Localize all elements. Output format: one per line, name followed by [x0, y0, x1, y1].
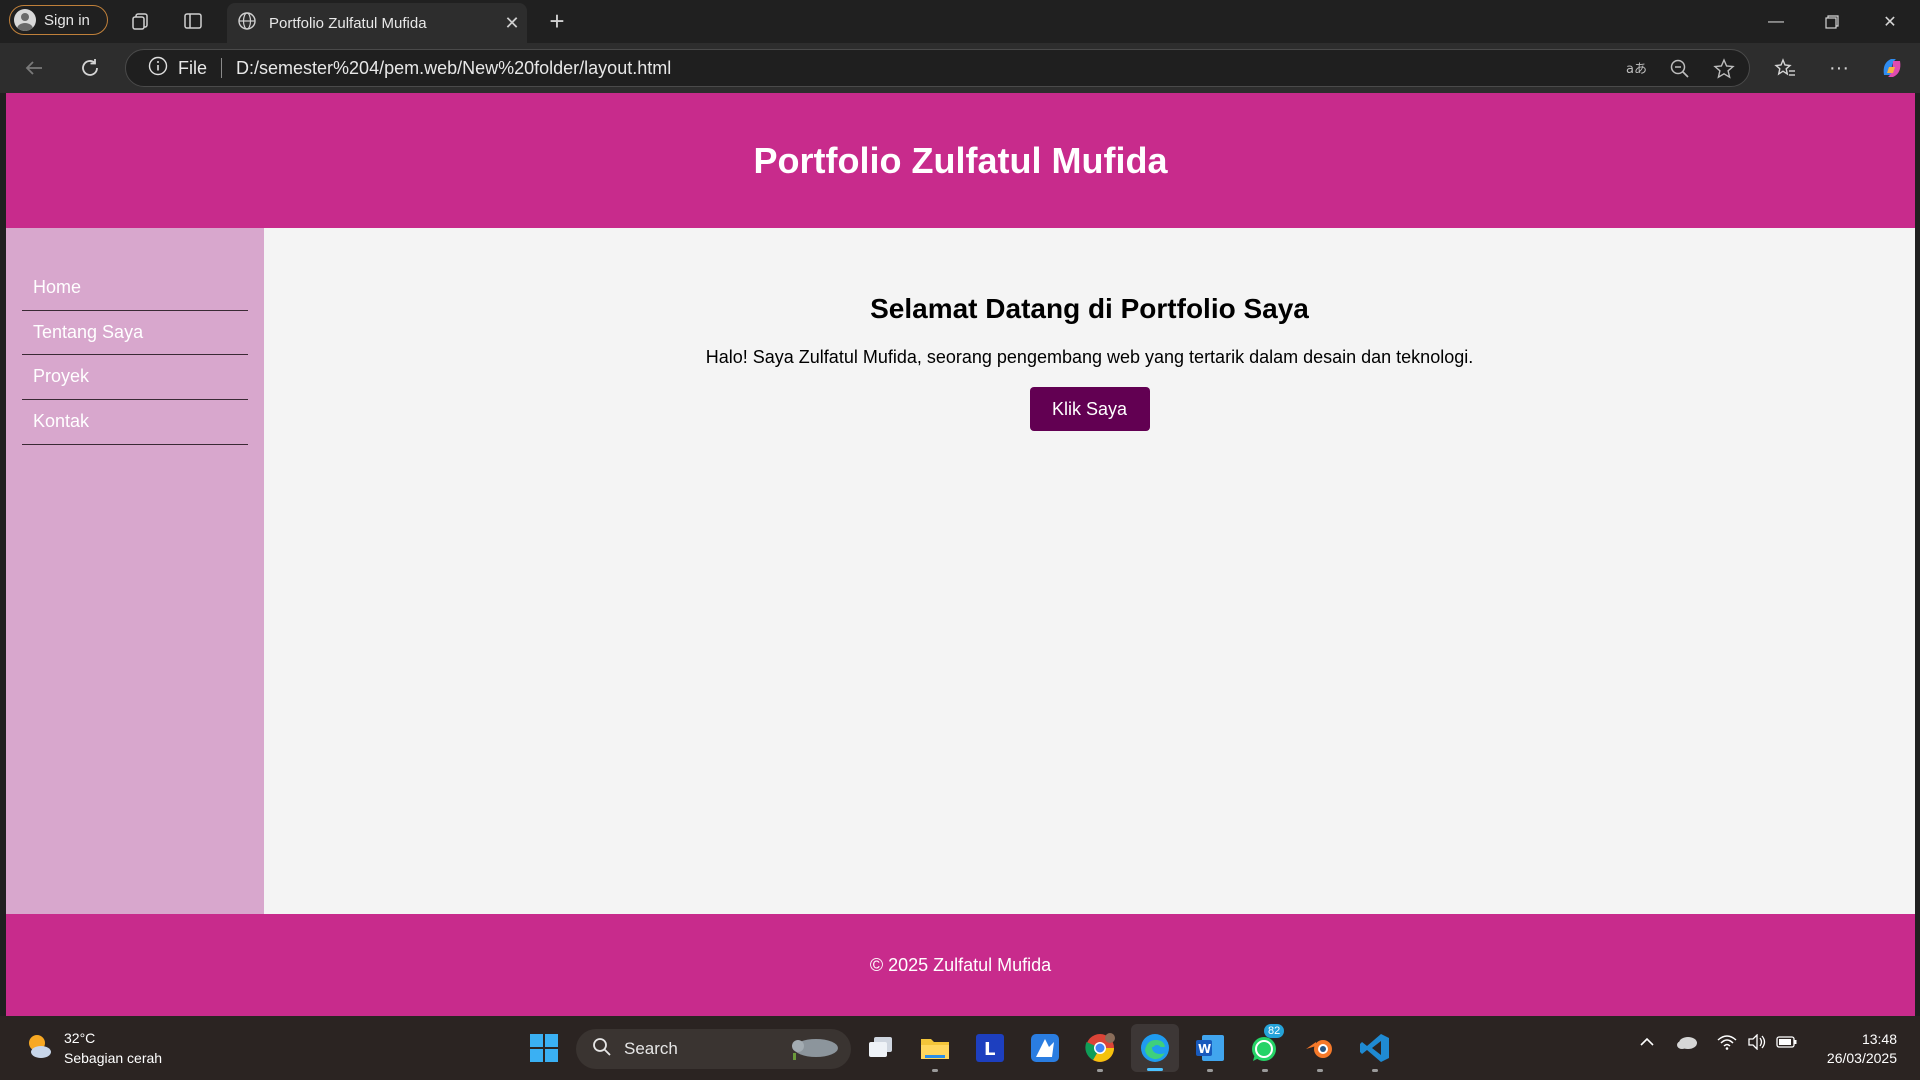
sign-in-label: Sign in [44, 11, 90, 29]
svg-text:aあ: aあ [1626, 62, 1647, 77]
read-aloud-icon[interactable]: aあ [1625, 58, 1647, 85]
clock-time: 13:48 [1861, 1031, 1897, 1047]
running-indicator [1207, 1069, 1213, 1072]
zoom-out-icon[interactable] [1669, 58, 1691, 85]
site-title: Portfolio Zulfatul Mufida [753, 139, 1168, 181]
klik-saya-button[interactable]: Klik Saya [1029, 387, 1150, 431]
blender-icon[interactable] [1302, 1030, 1338, 1072]
back-icon[interactable] [20, 54, 48, 82]
nav-item-tentang-saya[interactable]: Tentang Saya [22, 311, 248, 355]
chrome-icon[interactable] [1082, 1030, 1118, 1072]
collections-icon[interactable] [129, 9, 153, 33]
running-indicator [1097, 1069, 1103, 1072]
site-header: Portfolio Zulfatul Mufida [6, 93, 1915, 228]
file-explorer-icon[interactable] [917, 1030, 953, 1072]
task-view-icon[interactable] [863, 1030, 899, 1066]
active-indicator [1147, 1068, 1163, 1071]
running-indicator [1262, 1069, 1268, 1072]
address-scheme-label: File [178, 57, 208, 78]
browser-tab-strip: Sign in Portfolio Zulfatul Mufida ✕ + — … [0, 0, 1920, 43]
nav-item-home[interactable]: Home [22, 266, 248, 311]
address-bar[interactable]: File D:/semester%204/pem.web/New%20folde… [125, 49, 1750, 87]
svg-text:W: W [1198, 1042, 1211, 1056]
volume-icon[interactable] [1747, 1033, 1767, 1055]
show-hidden-icons-chevron-icon[interactable] [1639, 1034, 1655, 1055]
minimize-icon[interactable]: — [1748, 0, 1804, 43]
main-content: Selamat Datang di Portfolio Saya Halo! S… [264, 228, 1915, 914]
footer-copyright: © 2025 Zulfatul Mufida [869, 954, 1052, 975]
restore-icon[interactable] [1804, 0, 1860, 43]
word-icon[interactable]: W [1192, 1030, 1228, 1072]
onedrive-cloud-icon[interactable] [1676, 1034, 1698, 1055]
running-indicator [1372, 1069, 1378, 1072]
vscode-icon[interactable] [1357, 1030, 1393, 1072]
profile-icon [14, 9, 36, 31]
search-icon [592, 1037, 612, 1062]
sidebar-nav: Home Tentang Saya Proyek Kontak [6, 228, 264, 914]
tab-portfolio[interactable]: Portfolio Zulfatul Mufida ✕ [227, 3, 527, 43]
partly-sunny-icon [24, 1031, 54, 1066]
battery-icon[interactable] [1776, 1034, 1798, 1055]
running-indicator [932, 1069, 938, 1072]
intro-text: Halo! Saya Zulfatul Mufida, seorang peng… [705, 347, 1474, 367]
tab-title: Portfolio Zulfatul Mufida [269, 14, 427, 32]
taskbar-search-box[interactable]: Search [576, 1029, 851, 1069]
search-highlight-manatee-icon [789, 1033, 841, 1066]
favorite-star-icon[interactable] [1713, 58, 1735, 85]
search-label: Search [624, 1039, 678, 1058]
favorites-icon[interactable] [1771, 54, 1799, 82]
welcome-heading: Selamat Datang di Portfolio Saya [870, 293, 1309, 324]
vertical-tabs-icon[interactable] [181, 9, 205, 33]
clock-date: 26/03/2025 [1826, 1050, 1897, 1066]
close-tab-icon[interactable]: ✕ [497, 13, 527, 34]
globe-icon [237, 11, 257, 35]
weather-widget[interactable]: 32°C Sebagian cerah [24, 1028, 162, 1068]
nav-item-proyek[interactable]: Proyek [22, 355, 248, 400]
sign-in-button[interactable]: Sign in [9, 5, 108, 35]
site-info-icon[interactable] [148, 56, 168, 81]
refresh-icon[interactable] [76, 54, 104, 82]
copilot-icon[interactable] [1878, 54, 1906, 82]
nav-item-kontak[interactable]: Kontak [22, 400, 248, 445]
address-divider [221, 58, 223, 78]
address-url[interactable]: D:/semester%204/pem.web/New%20folder/lay… [236, 58, 671, 79]
drawing-app-icon[interactable] [1027, 1030, 1063, 1066]
running-indicator [1317, 1069, 1323, 1072]
new-tab-icon[interactable]: + [542, 6, 572, 37]
weather-description: Sebagian cerah [64, 1050, 163, 1066]
whatsapp-icon[interactable]: 82 [1247, 1024, 1285, 1072]
system-clock[interactable]: 13:48 26/03/2025 [1827, 1030, 1897, 1068]
wifi-icon[interactable] [1717, 1034, 1737, 1055]
lens-app-icon[interactable]: L [972, 1030, 1008, 1066]
weather-temperature: 32°C [64, 1030, 96, 1046]
web-page: Portfolio Zulfatul Mufida Home Tentang S… [6, 93, 1915, 1016]
windows-taskbar: 32°C Sebagian cerah Search L W 82 13:48 … [0, 1016, 1920, 1080]
svg-text:L: L [984, 1039, 995, 1060]
more-options-icon[interactable]: ··· [1825, 54, 1853, 82]
edge-icon[interactable] [1131, 1024, 1179, 1072]
site-footer: © 2025 Zulfatul Mufida [6, 914, 1915, 1016]
browser-toolbar: File D:/semester%204/pem.web/New%20folde… [0, 43, 1920, 93]
whatsapp-badge: 82 [1264, 1024, 1285, 1038]
start-windows-icon[interactable] [526, 1030, 562, 1066]
close-window-icon[interactable]: ✕ [1862, 0, 1918, 43]
